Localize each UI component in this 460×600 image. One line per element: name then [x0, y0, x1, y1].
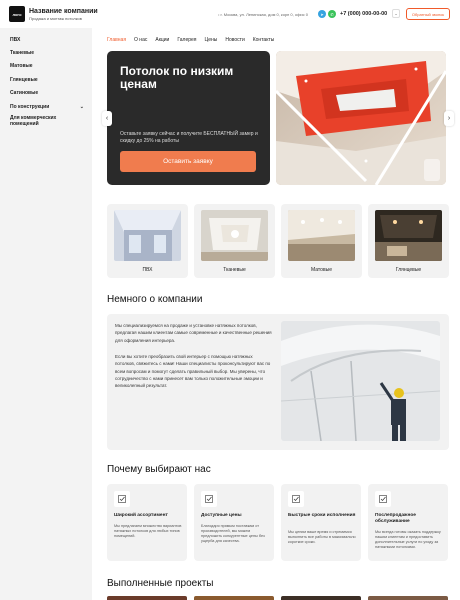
sidebar-item-pvc[interactable]: ПВХ — [10, 37, 84, 43]
phone-number[interactable]: +7 (000) 000-00-00 — [340, 11, 387, 17]
nav-prices[interactable]: Цены — [205, 37, 218, 43]
address-text: • г. Москва, ул. Ленинская, дом 0, корп … — [218, 12, 308, 17]
advantage-title: Быстрые сроки исполнения — [288, 513, 356, 518]
checkbox-icon — [114, 491, 130, 507]
category-label: Глянцевые — [395, 267, 422, 273]
advantage-card: Широкий ассортимент Мы предлагаем множес… — [107, 484, 187, 561]
projects-title: Выполненные проекты — [107, 578, 214, 589]
category-image — [375, 210, 442, 261]
company-tagline: Продажа и монтаж потолков — [29, 15, 82, 21]
company-name: Название компании — [29, 7, 98, 15]
sidebar-item-label: По конструкции — [10, 104, 50, 110]
advantage-desc: Благодаря прямым поставкам от производит… — [201, 524, 265, 543]
nav-news[interactable]: Новости — [225, 37, 244, 43]
project-thumbnail[interactable] — [368, 596, 448, 600]
project-thumbnail[interactable] — [194, 596, 274, 600]
sidebar — [0, 28, 92, 600]
category-image — [201, 210, 268, 261]
about-section: Мы специализируемся на продаже и установ… — [107, 314, 449, 450]
lamp-overlay — [424, 159, 440, 181]
project-thumbnail[interactable] — [107, 596, 187, 600]
callback-button[interactable]: Обратный звонок — [406, 8, 450, 20]
advantage-desc: Мы предлагаем множество вариантов натяжн… — [114, 524, 182, 538]
advantage-card: Послепродажное обслуживание Мы всегда го… — [368, 484, 448, 561]
category-image — [288, 210, 355, 261]
category-label: ПВХ — [142, 267, 153, 273]
category-label: Тканевые — [223, 267, 246, 273]
advantage-title: Доступные цены — [201, 513, 242, 518]
sidebar-item-construction[interactable]: По конструкции ⌄ — [10, 104, 84, 110]
category-card-fabric[interactable]: Тканевые — [194, 204, 275, 278]
why-title: Почему выбирают нас — [107, 464, 211, 475]
checkbox-icon — [375, 491, 391, 507]
sidebar-item-matte[interactable]: Матовые — [10, 63, 84, 69]
nav-promotions[interactable]: Акции — [155, 37, 169, 43]
chevron-down-icon: ⌄ — [79, 104, 84, 110]
nav-contacts[interactable]: Контакты — [253, 37, 275, 43]
sidebar-item-glossy[interactable]: Глянцевые — [10, 77, 84, 83]
category-image — [114, 210, 181, 261]
main-nav: Главная О нас Акции Галерея Цены Новости… — [107, 37, 274, 43]
advantage-title: Широкий ассортимент — [114, 513, 168, 518]
about-paragraph-2: Если вы хотите преобразить свой интерьер… — [115, 354, 271, 389]
hero-image — [276, 51, 446, 185]
nav-gallery[interactable]: Галерея — [177, 37, 196, 43]
slider-next-arrow[interactable]: › — [444, 111, 454, 126]
ceiling-photo — [276, 51, 446, 185]
sidebar-item-fabric[interactable]: Тканевые — [10, 50, 84, 56]
nav-about[interactable]: О нас — [134, 37, 147, 43]
sidebar-item-commercial[interactable]: Для коммерческих помещений — [10, 115, 84, 127]
leave-request-button[interactable]: Оставить заявку — [120, 151, 256, 172]
telegram-icon[interactable]: ➤ — [318, 10, 326, 18]
nav-home[interactable]: Главная — [107, 37, 126, 43]
installer-photo — [281, 321, 440, 441]
checkbox-icon — [201, 491, 217, 507]
company-logo[interactable]: логo — [9, 6, 25, 22]
slider-prev-arrow[interactable]: ‹ — [102, 111, 112, 126]
checkbox-icon — [288, 491, 304, 507]
category-card-glossy[interactable]: Глянцевые — [368, 204, 449, 278]
chevron-down-icon[interactable]: ⌄ — [392, 9, 400, 18]
category-label: Матовые — [311, 267, 332, 273]
hero-banner: Потолок по низким ценам Оставьте заявку … — [107, 51, 270, 185]
advantage-card: Быстрые сроки исполнения Мы ценим ваше в… — [281, 484, 361, 561]
hero-title: Потолок по низким ценам — [120, 64, 234, 91]
brand-block: Название компании Продажа и монтаж потол… — [29, 8, 98, 21]
location-pin-icon: • — [218, 12, 220, 17]
about-paragraph-1: Мы специализируемся на продаже и установ… — [115, 323, 272, 343]
hero-text: Оставьте заявку сейчас и получите БЕСПЛА… — [120, 131, 258, 144]
about-title: Немного о компании — [107, 294, 203, 305]
advantage-desc: Мы всегда готовы оказать поддержку нашим… — [375, 530, 441, 549]
project-thumbnail[interactable] — [281, 596, 361, 600]
advantage-desc: Мы ценим ваше время и стремимся выполнит… — [288, 530, 356, 544]
category-card-pvc[interactable]: ПВХ — [107, 204, 188, 278]
category-card-matte[interactable]: Матовые — [281, 204, 362, 278]
advantage-card: Доступные цены Благодаря прямым поставка… — [194, 484, 274, 561]
sidebar-item-satin[interactable]: Сатиновые — [10, 90, 84, 96]
advantage-title: Послепродажное обслуживание — [375, 513, 416, 524]
whatsapp-icon[interactable]: ✆ — [328, 10, 336, 18]
